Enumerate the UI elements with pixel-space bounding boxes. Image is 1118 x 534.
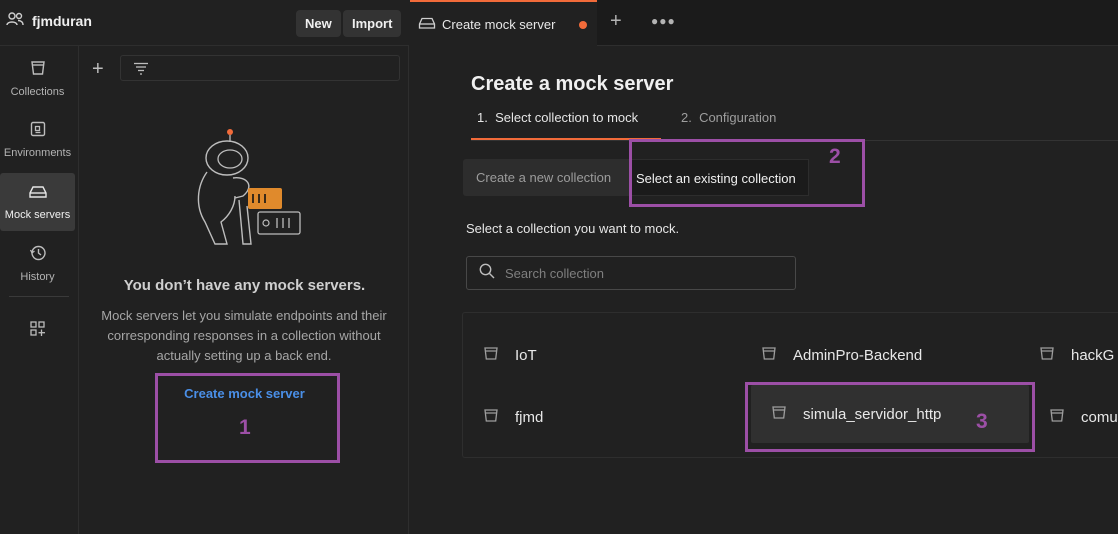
collections-icon	[29, 59, 47, 80]
tab-create-mock-server[interactable]: Create mock server	[410, 0, 597, 46]
collection-name: IoT	[515, 346, 537, 364]
astronaut-illustration	[185, 126, 310, 261]
collection-name: comun	[1081, 408, 1118, 426]
sidebar-item-collections[interactable]: Collections	[0, 49, 75, 107]
collection-item[interactable]: IoT	[463, 326, 741, 384]
search-collection-field[interactable]	[466, 256, 796, 290]
annotation-box-3	[745, 382, 1035, 452]
collection-icon	[761, 345, 777, 365]
tab-label: Create mock server	[442, 16, 556, 32]
add-icon[interactable]: +	[92, 58, 104, 81]
annotation-number-1: 1	[239, 416, 251, 439]
collection-icon	[1039, 345, 1055, 365]
configure-sidebar-button[interactable]	[0, 302, 75, 358]
collection-item[interactable]: hackG	[1019, 326, 1118, 384]
step-select-collection[interactable]: 1. Select collection to mock	[477, 110, 638, 125]
new-tab-button[interactable]: +	[610, 10, 622, 33]
sidebar-item-label: Environments	[3, 146, 72, 159]
team-icon	[6, 12, 24, 29]
create-new-collection-option[interactable]: Create a new collection	[463, 159, 629, 196]
new-button[interactable]: New	[296, 10, 341, 37]
main-content: Create a mock server 1. Select collectio…	[410, 47, 1118, 534]
add-apps-icon	[29, 320, 47, 341]
workspace-name: fjmduran	[32, 12, 92, 29]
empty-state-title: You don’t have any mock servers.	[123, 277, 366, 294]
sidebar-item-label: History	[20, 270, 55, 283]
panel-filter-bar[interactable]	[120, 55, 400, 81]
collection-name: hackG	[1071, 346, 1115, 364]
sidebar-divider	[9, 296, 69, 297]
annotation-number-2: 2	[829, 145, 841, 168]
collection-item[interactable]: AdminPro-Backend	[741, 326, 1019, 384]
filter-icon[interactable]	[133, 62, 149, 80]
step-configuration[interactable]: 2. Configuration	[681, 110, 776, 125]
search-input[interactable]	[505, 265, 785, 281]
collection-icon	[483, 407, 499, 427]
sidebar-item-mock-servers[interactable]: Mock servers	[0, 173, 75, 231]
unsaved-indicator	[579, 21, 587, 29]
collection-icon	[1049, 407, 1065, 427]
page-title: Create a mock server	[471, 73, 674, 95]
sidebar-nav: Collections Environments Mock servers Hi…	[0, 46, 79, 534]
collection-item[interactable]: fjmd	[463, 388, 741, 446]
search-icon	[479, 263, 495, 284]
history-icon	[29, 244, 47, 265]
import-button[interactable]: Import	[343, 10, 402, 37]
collection-name: AdminPro-Backend	[793, 346, 923, 364]
sidebar-item-label: Collections	[10, 85, 65, 98]
more-tabs-icon[interactable]: ●●●	[651, 14, 676, 28]
annotation-number-3: 3	[976, 410, 988, 433]
mock-servers-icon	[28, 184, 48, 203]
collection-name: fjmd	[515, 408, 544, 426]
empty-state-description: Mock servers let you simulate endpoints …	[101, 308, 387, 363]
sidebar-item-environments[interactable]: Environments	[0, 110, 75, 168]
workspace-switcher[interactable]: fjmduran	[6, 12, 92, 29]
collection-prompt: Select a collection you want to mock.	[466, 221, 680, 236]
mock-server-tab-icon	[418, 16, 436, 33]
sidebar-item-label: Mock servers	[4, 208, 71, 221]
tab-bar: Create mock server + ●●●	[410, 0, 1118, 46]
app-window: fjmduran New Import Collections Environm…	[0, 0, 1118, 534]
collection-item[interactable]: comun	[1029, 388, 1118, 446]
environments-icon	[29, 120, 47, 141]
workspace-header: fjmduran New Import	[0, 0, 409, 46]
collection-icon	[483, 345, 499, 365]
sidebar-item-history[interactable]: History	[0, 234, 75, 292]
